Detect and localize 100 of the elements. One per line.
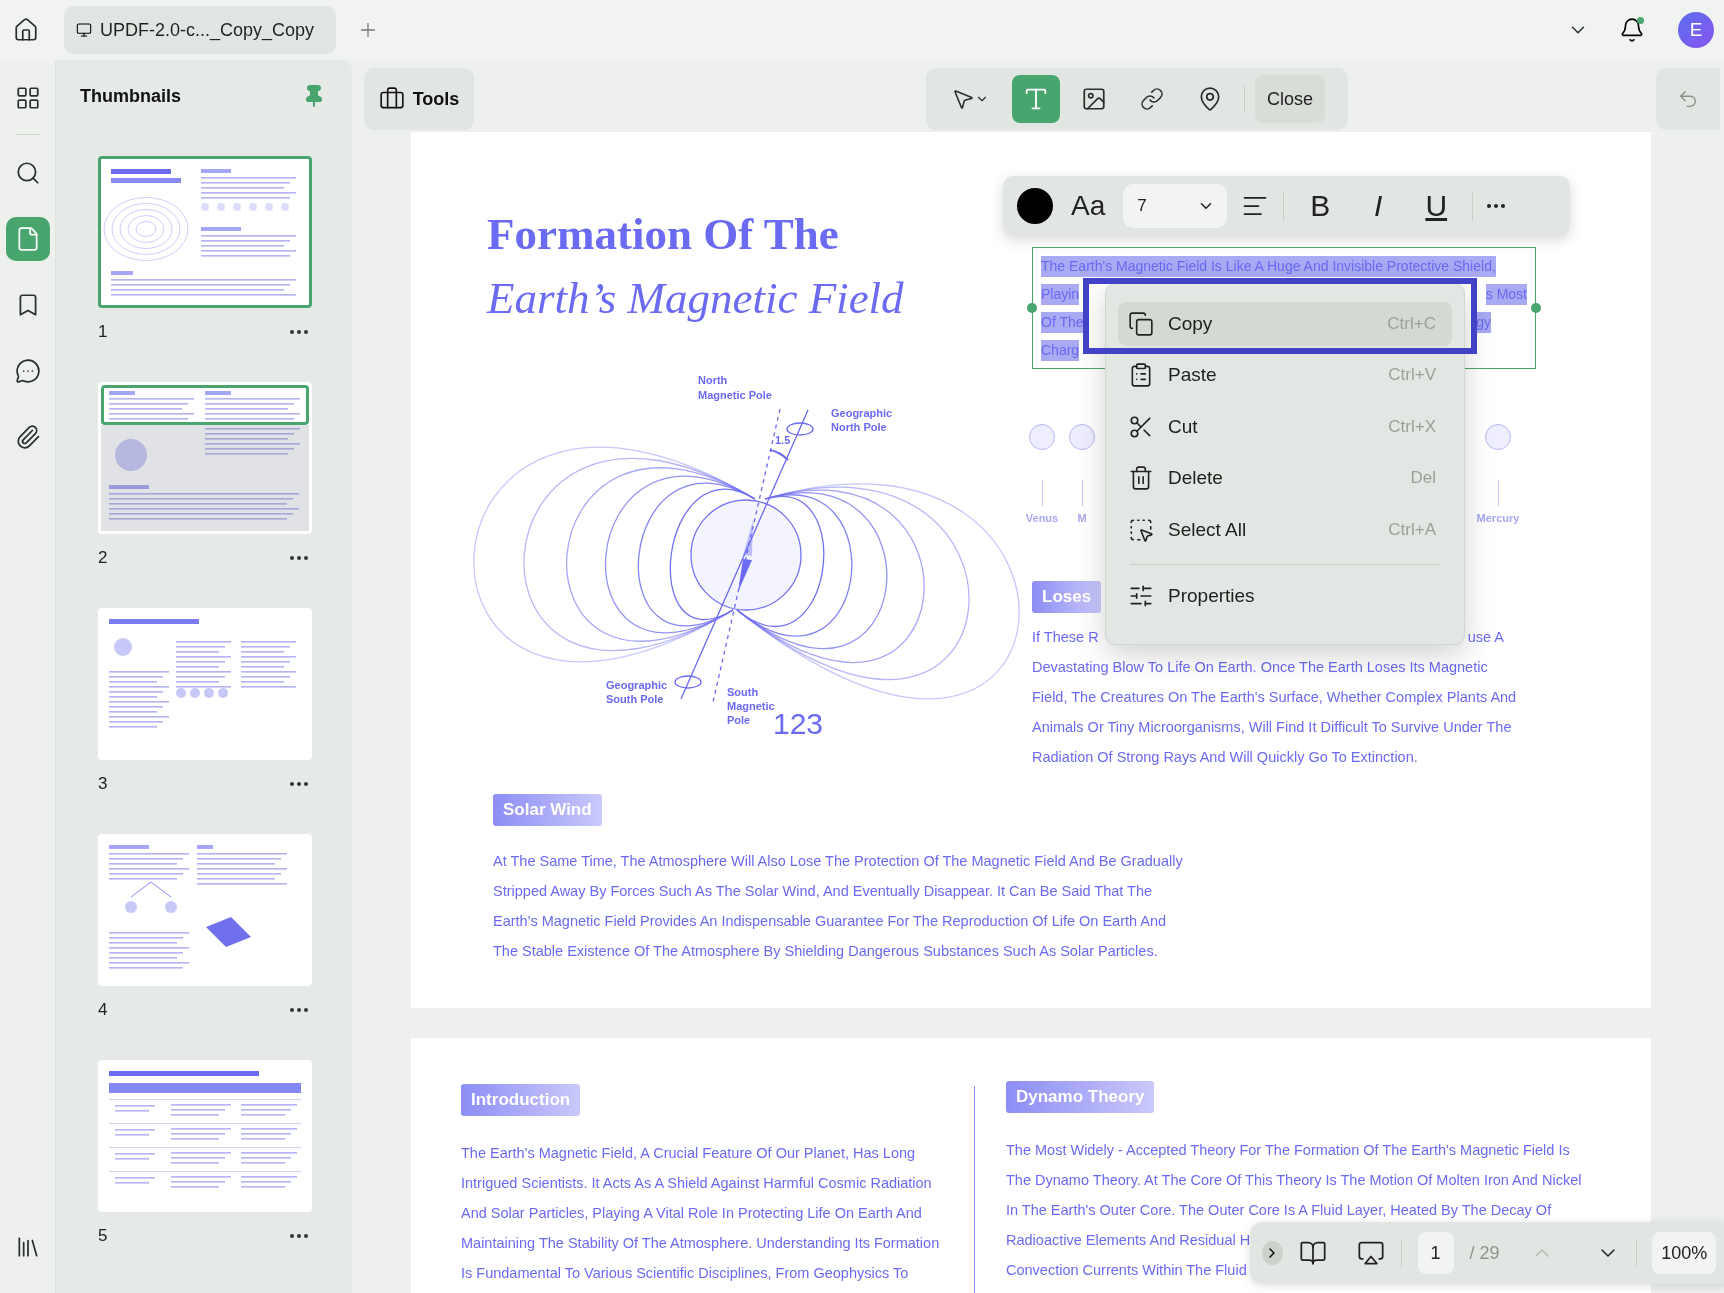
- planet-circle: [1485, 424, 1511, 450]
- tools-button[interactable]: Tools: [364, 68, 474, 130]
- pointer-icon: [951, 87, 975, 111]
- presentation-button[interactable]: [1356, 1239, 1385, 1267]
- diagram-label: Pole: [727, 714, 751, 726]
- body-paragraph: Devastating Blow To Life On Earth. Once The Earth Loses Its Magnetic Field, The Creatures On The Earth's Surface, Whether Complex Plants And Animals Or Tiny Microorganisms, Will Find It Difficult To Survive Under The Radiation Of Strong Rays And Will Quickly Go To Extinction.: [1032, 658, 1518, 767]
- page-title: Formation Of The: [487, 208, 840, 261]
- zoom-select[interactable]: 100%: [1652, 1232, 1716, 1274]
- page-thumbnail[interactable]: [98, 834, 312, 986]
- font-size-select[interactable]: 7: [1123, 184, 1228, 228]
- select-all-icon: [1128, 516, 1154, 543]
- body-paragraph: The Earth's Magnetic Field, A Crucial Feature Of Our Planet, Has Long Intrigued Scientists. It Acts As A Shield Against Harmful Cosmic Radiation And Solar Particles, Playing A Vital Role In Protecting Life On Earth And Maintaining The Stability Of The Atmosphere. Understanding Its Formation Is Fundamental To Various Scientific Disciplines, From Geophysics To: [461, 1144, 941, 1283]
- more-icon[interactable]: [290, 1008, 308, 1012]
- more-icon[interactable]: [290, 1234, 308, 1238]
- search-icon: [14, 160, 41, 186]
- diagram-label: Magnetic: [727, 700, 775, 712]
- paperclip-icon: [14, 424, 41, 450]
- paragraph-fragment: If These R: [1032, 629, 1099, 645]
- text-style-button[interactable]: I: [1356, 189, 1401, 223]
- resize-handle[interactable]: [1531, 303, 1541, 313]
- diagram-label: Magnetic Pole: [698, 389, 772, 401]
- body-paragraph: At The Same Time, The Atmosphere Will Also Lose The Protection Of The Magnetic Field And Be Gradually Stripped Away By Forces Such As The Solar Wind, And Eventually Disappear. It Can Be Said That The Earth's Magnetic Field Provides An Indispensable Guarantee For The Reproduction Of Life On Earth And The Stable Existence Of The Atmosphere By Shielding Dangerous Substances Such As Solar Particles.: [493, 852, 1184, 961]
- grid-icon: [14, 85, 41, 111]
- page-total: / 29: [1469, 1242, 1500, 1264]
- page-thumbnail[interactable]: [98, 156, 312, 308]
- section-heading: Solar Wind: [493, 794, 602, 826]
- diagram-number: 123: [773, 707, 824, 740]
- menu-label: Copy: [1168, 312, 1214, 335]
- page-number-field[interactable]: 1: [1417, 1232, 1454, 1274]
- menu-label: Properties: [1168, 585, 1256, 608]
- body-paragraph: The Most Widely - Accepted Theory For The Formation Of The Earth's Magnetic Field Is The Dynamo Theory. At The Core Of This Theory Is The Motion Of Molten Iron And Nickel In The Earth's Outer Core. The Outer Core Is A Fluid Layer, Heated By The Decay Of: [1006, 1141, 1583, 1220]
- comment-icon: [14, 358, 41, 384]
- image-icon: [1081, 86, 1107, 112]
- tab-title: UPDF-2.0-c..._Copy_Copy: [100, 19, 315, 41]
- presentation-icon: [1356, 1239, 1385, 1267]
- book-icon: [1298, 1239, 1327, 1267]
- bell-icon: [1619, 17, 1645, 43]
- menu-label: Cut: [1168, 415, 1199, 438]
- menu-item[interactable]: Delete Del: [1118, 456, 1452, 501]
- menu-item[interactable]: Copy Ctrl+C: [1118, 302, 1452, 346]
- user-avatar[interactable]: E: [1678, 12, 1714, 48]
- planet-label: Venus: [1025, 512, 1059, 524]
- page-number: 5: [98, 1226, 108, 1246]
- selected-text: Playin: [1041, 283, 1080, 305]
- more-icon[interactable]: [290, 556, 308, 560]
- two-page-view-button[interactable]: [1298, 1239, 1327, 1267]
- more-icon[interactable]: [290, 330, 308, 334]
- more-icon[interactable]: [290, 782, 308, 786]
- menu-shortcut: Ctrl+X: [1388, 416, 1436, 437]
- more-icon: [1487, 204, 1506, 208]
- page-thumbnail[interactable]: [98, 1060, 312, 1212]
- planet-circle: [1069, 424, 1095, 450]
- page-thumbnail[interactable]: [98, 382, 312, 534]
- diagram-label: Geographic: [606, 679, 668, 691]
- expand-button[interactable]: [1262, 1241, 1283, 1265]
- menu-item[interactable]: Properties: [1118, 574, 1452, 619]
- document-icon: [76, 22, 92, 38]
- menu-item[interactable]: Select All Ctrl+A: [1118, 508, 1452, 552]
- menu-shortcut: Del: [1410, 468, 1436, 489]
- text-tool-button[interactable]: [1012, 75, 1060, 123]
- text-style-button[interactable]: U: [1414, 189, 1459, 223]
- home-icon: [13, 17, 39, 43]
- planet-label: M: [1077, 512, 1087, 524]
- undo-icon: [1677, 88, 1699, 110]
- paragraph-fragment: use A: [1467, 629, 1504, 645]
- section-heading: Loses: [1032, 581, 1102, 613]
- diagram-label: 1.5: [775, 434, 791, 446]
- menu-label: Delete: [1168, 467, 1224, 490]
- menu-shortcut: Ctrl+C: [1387, 313, 1436, 334]
- text-style-button[interactable]: B: [1298, 189, 1343, 223]
- selected-text: Of The: [1041, 311, 1084, 333]
- page-button[interactable]: [5, 217, 50, 261]
- page-number: 4: [98, 1000, 108, 1020]
- selected-text: Charg: [1041, 339, 1080, 361]
- menu-label: Select All: [1168, 518, 1248, 541]
- menu-shortcut: Ctrl+A: [1388, 519, 1436, 540]
- font-button[interactable]: Aa: [1067, 190, 1110, 222]
- page-title: Earth’s Magnetic Field: [487, 272, 905, 325]
- link-icon: [1140, 87, 1164, 111]
- selected-text: s Most: [1485, 283, 1527, 305]
- selected-text: The Earth's Magnetic Field Is Like A Huge And Invisible Protective Shield,: [1041, 255, 1496, 277]
- section-heading: Introduction: [461, 1084, 581, 1116]
- trash-icon: [1128, 465, 1154, 492]
- diagram-label: South: [727, 686, 759, 698]
- panel-title: Thumbnails: [80, 85, 181, 107]
- color-swatch[interactable]: [1017, 188, 1053, 224]
- planet-circle: [1029, 424, 1055, 450]
- resize-handle[interactable]: [1027, 303, 1037, 313]
- copy-icon: [1128, 310, 1154, 337]
- more-button[interactable]: [1487, 204, 1506, 208]
- menu-item[interactable]: Cut Ctrl+X: [1118, 405, 1452, 449]
- page-number: 3: [98, 774, 108, 794]
- diagram-label: North Pole: [831, 421, 887, 433]
- diagram-label: South Pole: [606, 693, 664, 705]
- page-thumbnail[interactable]: [98, 608, 312, 760]
- document-tab[interactable]: UPDF-2.0-c..._Copy_Copy: [64, 6, 336, 54]
- diagram-label: North: [698, 374, 728, 386]
- close-button[interactable]: Close: [1255, 75, 1326, 123]
- diagram-label: Geographic: [831, 407, 893, 419]
- sliders-icon: [1128, 583, 1154, 610]
